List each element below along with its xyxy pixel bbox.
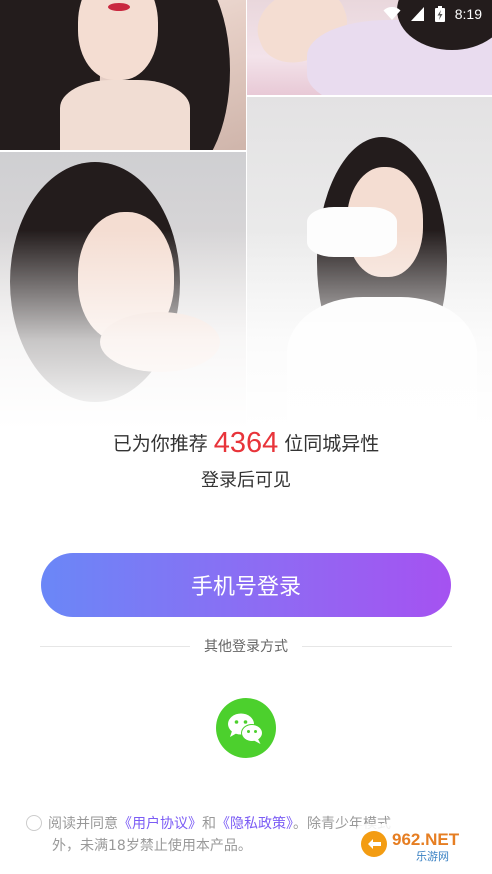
user-agreement-link[interactable]: 《用户协议》 [118, 816, 202, 832]
phone-login-button[interactable]: 手机号登录 [41, 553, 451, 617]
other-login-divider: 其他登录方式 [40, 636, 452, 656]
other-login-label: 其他登录方式 [204, 639, 288, 655]
site-watermark: 962.NET 乐游网 [354, 820, 486, 868]
divider-line-right [302, 645, 452, 647]
status-bar: 8:19 [383, 4, 482, 24]
wifi-icon [383, 7, 401, 21]
signal-icon [410, 7, 425, 21]
watermark-text: 962.NET [392, 830, 460, 849]
recommendation-prefix: 已为你推荐 [112, 433, 208, 455]
agreement-and: 和 [202, 816, 216, 832]
recommendation-suffix: 位同城异性 [284, 433, 380, 455]
wechat-login-button[interactable] [216, 698, 276, 758]
watermark-subtext: 乐游网 [416, 850, 449, 863]
status-time: 8:19 [454, 6, 482, 22]
recommendation-subtitle: 登录后可见 [201, 470, 291, 491]
agreement-checkbox[interactable] [26, 815, 42, 831]
portrait-photo-1 [0, 0, 246, 150]
agreement-prefix: 阅读并同意 [48, 816, 118, 832]
privacy-policy-link[interactable]: 《隐私政策》 [216, 816, 293, 832]
divider-line-left [40, 645, 190, 647]
battery-charging-icon [434, 6, 445, 22]
photo-collage [0, 0, 492, 430]
recommendation-count: 4364 [213, 427, 279, 459]
collage-fade-overlay [0, 230, 492, 430]
wechat-icon [228, 713, 263, 744]
recommendation-text: 已为你推荐 4364 位同城异性 [0, 427, 492, 459]
phone-login-label: 手机号登录 [190, 575, 301, 600]
